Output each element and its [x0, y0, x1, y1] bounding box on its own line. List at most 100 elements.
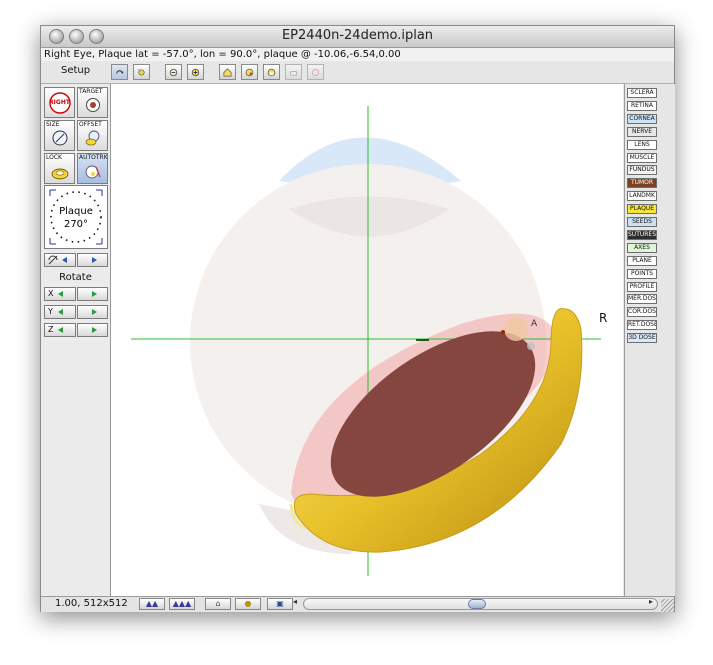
mountain-large-icon: ▲▲▲: [172, 599, 192, 608]
layer-toggle-sutures[interactable]: SUTURES: [627, 229, 657, 240]
setup-label: Setup: [61, 65, 91, 76]
small-mountain-button[interactable]: ▲▲: [139, 598, 165, 610]
size-icon: [52, 130, 68, 146]
eye-model-render: A R: [131, 106, 607, 576]
arrow-right-icon: [92, 257, 97, 263]
horizontal-scrollbar[interactable]: [303, 598, 658, 610]
autotrack-button[interactable]: AUTOTRK: [77, 153, 108, 184]
rotate-y-right-button[interactable]: [77, 305, 108, 319]
offset-label: OFFSET: [79, 121, 102, 128]
layer-toggle-landmk[interactable]: LANDMK: [627, 191, 657, 202]
layer-toggle-tumor[interactable]: TUMOR: [627, 178, 657, 189]
3d-viewport[interactable]: A R: [111, 84, 623, 596]
scroll-right-icon[interactable]: ▸: [649, 597, 653, 607]
lock-icon: [51, 168, 69, 180]
arrow-left-icon: [58, 309, 63, 315]
flip-forward-button[interactable]: [77, 253, 108, 267]
status-bar: 1.00, 512x512 ▲▲ ▲▲▲ ⌂ ● ▣ ◂ ▸: [41, 596, 674, 612]
view-d-button[interactable]: [285, 64, 302, 80]
view-c-icon: [267, 68, 276, 77]
left-panel: RIGHT TARGET SIZE OFFSET LOCK AUTOTRK Pl…: [41, 84, 111, 596]
rotate-x-left-button[interactable]: X: [44, 287, 76, 301]
home-icon: ⌂: [215, 599, 221, 608]
plaque-rotation-dial[interactable]: Plaque 270°: [44, 185, 108, 249]
layer-toggle-axes[interactable]: AXES: [627, 242, 657, 253]
toolbar: Setup: [41, 62, 674, 84]
layer-toggle-seeds[interactable]: SEEDS: [627, 217, 657, 227]
layer-toggle-lens[interactable]: LENS: [627, 139, 657, 150]
anatomic-label-a: A: [531, 319, 538, 329]
lock-button[interactable]: LOCK: [44, 153, 75, 184]
arrow-right-icon: [92, 309, 97, 315]
view-b-button[interactable]: [241, 64, 258, 80]
rotate-z-right-button[interactable]: [77, 323, 108, 337]
scroll-left-icon[interactable]: ◂: [293, 597, 297, 607]
offset-icon: [85, 130, 100, 146]
size-button[interactable]: SIZE: [44, 120, 75, 151]
arrow-right-icon: [92, 327, 97, 333]
title-bar[interactable]: EP2440n-24demo.iplan: [41, 26, 674, 48]
plaque-icon: ●: [244, 599, 252, 608]
view-e-button[interactable]: [307, 64, 324, 80]
rotate-x-right-button[interactable]: [77, 287, 108, 301]
layer-toggle-3d-dose[interactable]: 3D DOSE: [627, 333, 657, 344]
mountain-small-icon: ▲▲: [145, 599, 159, 608]
right-label: RIGHT: [49, 99, 70, 106]
flip-back-button[interactable]: [44, 253, 76, 267]
autotrk-label: AUTOTRK: [79, 154, 108, 161]
rotate-tool-button[interactable]: [111, 64, 128, 80]
dial-ring-icon: [49, 189, 103, 245]
right-panel: SCLERA RETINA CORNEA NERVE LENS MUSCLE FUNDUS T…: [624, 84, 675, 596]
rotate-icon: [116, 70, 124, 74]
pan-tool-button[interactable]: [133, 64, 150, 80]
home-view-button[interactable]: [219, 64, 236, 80]
arrow-left-icon: [58, 327, 63, 333]
dial-title: Plaque: [59, 206, 93, 217]
right-eye-button[interactable]: RIGHT: [44, 87, 75, 118]
layer-toggle-nerve[interactable]: NERVE: [627, 126, 657, 137]
layers-button[interactable]: ▣: [267, 598, 293, 610]
view-d-icon: [289, 71, 298, 76]
home-button[interactable]: ⌂: [205, 598, 231, 610]
rotate-label: Rotate: [59, 272, 92, 283]
offset-button[interactable]: OFFSET: [77, 120, 108, 151]
rotate-z-left-button[interactable]: Z: [44, 323, 76, 337]
layer-toggle-sclera[interactable]: SCLERA: [627, 88, 657, 98]
app-window: EP2440n-24demo.iplan Right Eye, Plaque l…: [40, 25, 675, 612]
info-bar: Right Eye, Plaque lat = -57.0°, lon = 90…: [41, 48, 674, 61]
autotrack-icon: [85, 165, 101, 179]
layers-icon: ▣: [276, 599, 284, 608]
layer-toggle-points[interactable]: POINTS: [627, 268, 657, 279]
zoom-out-icon: [169, 68, 178, 77]
layer-toggle-retina[interactable]: RETINA: [627, 100, 657, 111]
lock-label: LOCK: [46, 154, 62, 161]
zoom-out-button[interactable]: [165, 64, 182, 80]
layer-toggle-fundus[interactable]: FUNDUS: [627, 165, 657, 176]
layer-toggle-cor-dose[interactable]: COR.DOSE: [627, 307, 657, 318]
flip-left-icon: [48, 255, 67, 265]
plaque-view-button[interactable]: ●: [235, 598, 261, 610]
target-label: TARGET: [79, 88, 103, 95]
large-mountain-button[interactable]: ▲▲▲: [169, 598, 195, 610]
layer-toggle-cornea[interactable]: CORNEA: [627, 113, 657, 124]
rotate-z-label: Z: [48, 325, 54, 334]
layer-toggle-muscle[interactable]: MUSCLE: [627, 152, 657, 163]
layer-toggle-plane[interactable]: PLANE: [627, 255, 657, 266]
resize-grip-icon[interactable]: [661, 599, 674, 612]
pan-icon: [137, 68, 145, 76]
rotate-x-label: X: [48, 289, 54, 298]
target-icon: [86, 98, 100, 112]
zoom-in-button[interactable]: [187, 64, 204, 80]
arrow-right-icon: [92, 291, 97, 297]
arrow-left-icon: [58, 291, 63, 297]
layer-toggle-profile[interactable]: PROFILE: [627, 281, 657, 292]
target-button[interactable]: TARGET: [77, 87, 108, 118]
dial-value: 270°: [63, 219, 89, 230]
size-label: SIZE: [46, 121, 60, 128]
layer-toggle-plaque[interactable]: PLAQUE: [627, 204, 657, 215]
layer-toggle-mer-dose[interactable]: MER.DOSE: [627, 294, 657, 305]
scrollbar-thumb[interactable]: [468, 599, 486, 609]
view-c-button[interactable]: [263, 64, 280, 80]
rotate-y-left-button[interactable]: Y: [44, 305, 76, 319]
layer-toggle-ret-dose[interactable]: RET.DOSE: [627, 320, 657, 331]
